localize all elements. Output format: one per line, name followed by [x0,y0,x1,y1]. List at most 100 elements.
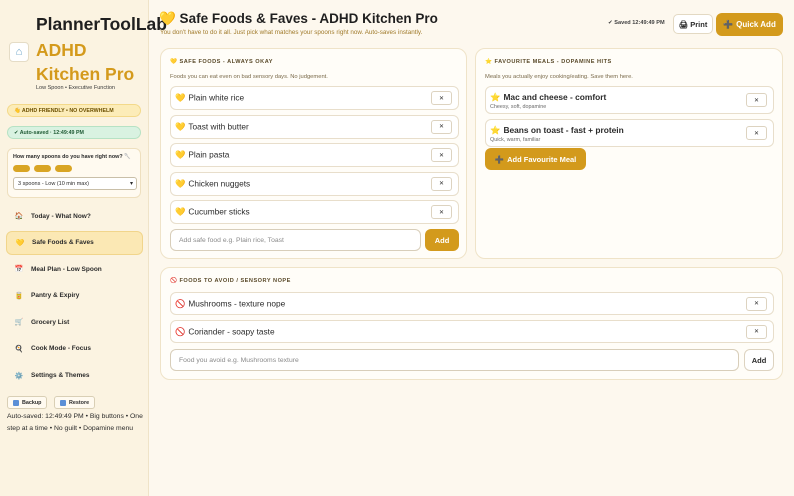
safe-food-text: 💛 Chicken nuggets [175,178,250,189]
product-name: ADHD Kitchen Pro [36,40,135,84]
safe-food-label: Toast with butter [188,121,249,131]
favourite-meal-title: ⭐ Mac and cheese - comfort [490,92,606,103]
remove-button[interactable]: ✕ [746,93,767,107]
heart-icon: 💛 [175,149,186,160]
spoon-dot [13,165,30,172]
autosave-badge: ✔ Auto-saved · 12:49:49 PM [7,126,141,139]
favourite-meal-label: Beans on toast - fast + protein [503,125,624,135]
add-avoid-food-button[interactable]: Add [744,349,774,371]
no-entry-icon: 🚫 [175,298,186,308]
backup-label: Backup [22,399,42,406]
safe-food-text: 💛 Cucumber sticks [175,207,250,218]
chevron-down-icon: ▾ [129,181,133,187]
add-favourite-meal-button[interactable]: ➕ Add Favourite Meal [485,148,586,170]
favourite-meal-item: ⭐ Beans on toast - fast + protein Quick, w… [485,119,774,147]
safe-food-text: 💛 Plain white rice [175,93,244,104]
avoid-heading: 🚫 FOODS TO AVOID / SENSORY NOPE [170,278,291,284]
quick-add-label: Quick Add [736,20,776,29]
favourites-heading: ⭐ FAVOURITE MEALS - DOPAMINE HITS [485,59,612,65]
add-favourite-label: Add Favourite Meal [507,154,577,164]
spoon-dot [34,165,51,172]
sidebar-item-3[interactable]: 🥫 Pantry & Expiry [6,284,143,308]
sidebar-item-2[interactable]: 📅 Meal Plan - Low Spoon [6,257,143,281]
spoon-question: How many spoons do you have right now? 🥄 [13,154,131,160]
restore-button[interactable]: Restore [54,396,96,409]
nav-icon: 🛒 [14,319,24,327]
heart-icon: 💛 [175,206,186,217]
favourite-meal-note: Cheesy, soft, dopamine [490,104,547,110]
sidebar-item-1[interactable]: 💛 Safe Foods & Faves [6,230,143,255]
sidebar-item-label: Cook Mode - Focus [31,345,91,353]
print-button[interactable]: 🖨 Print [673,14,713,34]
sidebar-item-label: Grocery List [31,318,70,326]
safe-food-item: 💛 Chicken nuggets ✕ [170,171,459,196]
sidebar-item-label: Safe Foods & Faves [32,239,94,247]
avoid-food-text: 🚫 Coriander - soapy taste [175,326,275,337]
sidebar: PlannerToolLab ⌂ ADHD Kitchen Pro Low Sp… [0,0,167,496]
plus-icon: ➕ [494,154,505,164]
avoid-food-input[interactable]: Food you avoid e.g. Mushrooms texture [170,349,739,371]
safe-foods-heading: 💛 SAFE FOODS - ALWAYS OKAY [170,59,273,65]
remove-button[interactable]: ✕ [746,296,767,311]
favourite-meal-item: ⭐ Mac and cheese - comfort Cheesy, soft, d… [485,86,774,114]
safe-food-label: Plain white rice [188,92,245,103]
remove-button[interactable]: ✕ [746,126,767,140]
adhd-friendly-badge: 👋 ADHD FRIENDLY • NO OVERWHELM [7,104,141,117]
sidebar-footer: Auto-saved: 12:49:49 PM • Big buttons • … [7,413,143,432]
avoid-food-item: 🚫 Coriander - soapy taste ✕ [170,320,774,343]
avoid-food-item: 🚫 Mushrooms - texture nope ✕ [170,292,774,315]
star-icon: ⭐ [490,92,501,102]
nav-icon: 💛 [15,239,25,247]
app-name: PlannerToolLab [36,14,167,34]
sidebar-item-6[interactable]: ⚙️ Settings & Themes [6,364,143,388]
remove-button[interactable]: ✕ [431,119,452,134]
avoid-food-label: Coriander - soapy taste [188,326,275,336]
quick-add-button[interactable]: ➕ Quick Add [716,13,783,36]
nav-icon: ⚙️ [14,372,24,380]
page-subtitle: You don't have to do it all. Just pick w… [160,29,423,36]
sidebar-item-label: Pantry & Expiry [31,292,80,300]
spoon-select[interactable]: 3 spoons - Low (10 min max) ▾ [13,177,137,190]
safe-food-item: 💛 Plain white rice ✕ [170,86,459,110]
favourite-meal-label: Mac and cheese - comfort [503,92,607,102]
safe-food-label: Plain pasta [188,149,230,160]
safe-food-label: Chicken nuggets [188,178,251,188]
sidebar-nav: 🏠 Today - What Now? 💛 Safe Foods & Faves 📅 Me… [6,204,143,390]
remove-button[interactable]: ✕ [746,324,767,339]
avoid-food-label: Mushrooms - texture nope [188,298,286,308]
no-entry-icon: 🚫 [175,326,186,336]
remove-button[interactable]: ✕ [431,148,452,162]
tagline: Low Spoon • Executive Function [36,85,115,91]
heart-icon: 💛 [175,121,186,131]
sidebar-item-5[interactable]: 🍳 Cook Mode - Focus [6,337,143,361]
safe-food-item: 💛 Plain pasta ✕ [170,143,459,167]
sidebar-item-label: Meal Plan - Low Spoon [31,265,102,273]
page-title: 💛 Safe Foods & Faves - ADHD Kitchen Pro [159,11,438,26]
add-safe-food-button[interactable]: Add [425,229,459,251]
backup-button[interactable]: Backup [7,396,48,409]
favourite-meal-title: ⭐ Beans on toast - fast + protein [490,125,624,136]
safe-food-text: 💛 Toast with butter [175,121,249,132]
nav-icon: 🏠 [14,213,24,220]
safe-food-input[interactable]: Add safe food e.g. Plain rice, Toast [170,229,421,251]
upload-icon [60,399,66,406]
foods-to-avoid-card: 🚫 FOODS TO AVOID / SENSORY NOPE 🚫 Mushroo… [160,267,783,380]
remove-button[interactable]: ✕ [431,176,452,191]
favourites-description: Meals you actually enjoy cooking/eating.… [485,74,633,80]
spoon-selector-panel: How many spoons do you have right now? 🥄… [7,148,141,198]
spoon-indicator [13,165,135,172]
spoon-select-value: 3 spoons - Low (10 min max) [18,180,89,187]
sidebar-item-0[interactable]: 🏠 Today - What Now? [6,204,143,228]
remove-button[interactable]: ✕ [431,205,452,219]
safe-food-text: 💛 Plain pasta [175,150,229,161]
heart-icon: 💛 [175,92,186,103]
remove-button[interactable]: ✕ [431,91,452,105]
safe-foods-description: Foods you can eat even on bad sensory da… [170,74,328,80]
favourite-meals-card: ⭐ FAVOURITE MEALS - DOPAMINE HITS Meals … [475,48,783,259]
safe-foods-card: 💛 SAFE FOODS - ALWAYS OKAY Foods you can… [160,48,467,259]
nav-icon: 🍳 [14,345,24,353]
sidebar-item-label: Today - What Now? [31,212,91,220]
star-icon: ⭐ [490,125,501,135]
sidebar-item-4[interactable]: 🛒 Grocery List [6,310,143,334]
avoid-food-text: 🚫 Mushrooms - texture nope [175,298,285,309]
